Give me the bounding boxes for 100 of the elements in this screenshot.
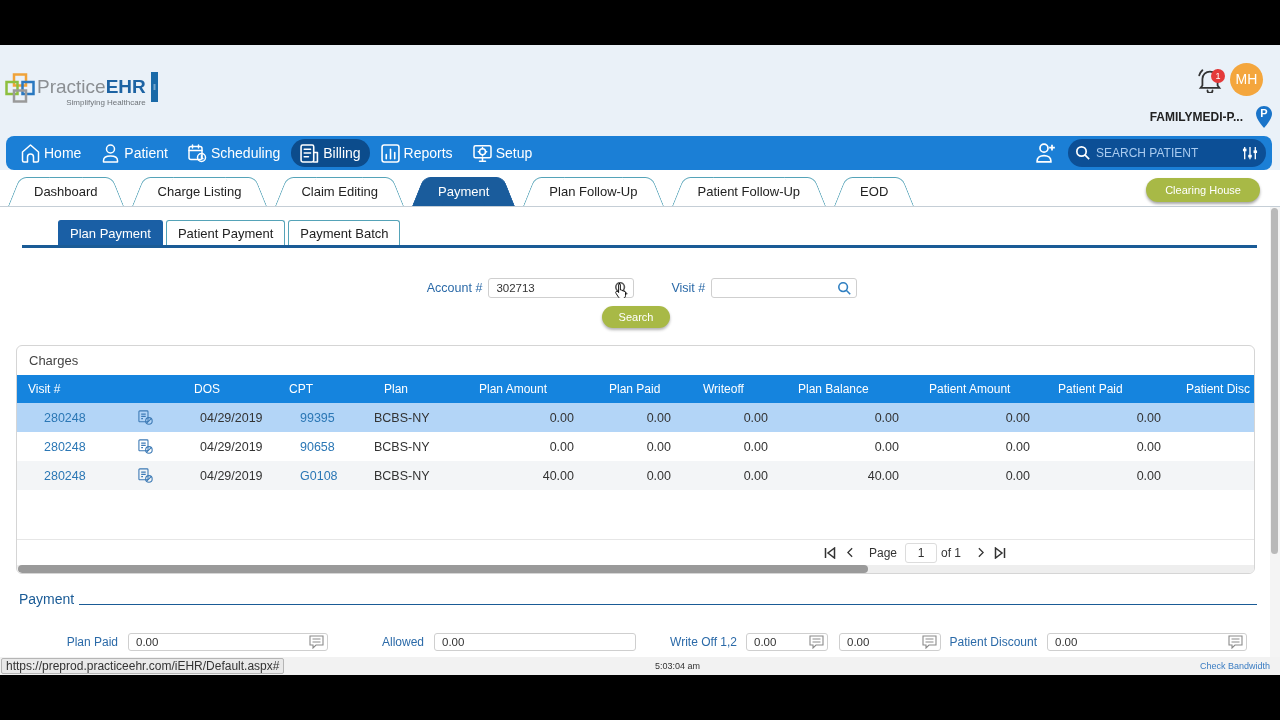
table-cell: 04/29/2019	[200, 439, 263, 454]
field-label: Write Off 1,2	[669, 635, 737, 649]
table-cell: 0.00	[549, 439, 574, 454]
nav-item[interactable]: Patient	[92, 139, 177, 167]
comment-icon[interactable]	[1228, 635, 1243, 649]
nav-item[interactable]: Home	[12, 139, 91, 167]
table-cell: 0.00	[1136, 439, 1161, 454]
horizontal-scrollbar[interactable]	[17, 565, 1254, 573]
subtab[interactable]: Plan Payment	[58, 220, 163, 245]
person-icon	[101, 143, 121, 163]
amount-field[interactable]: 0.00	[839, 633, 941, 651]
status-url: https://preprod.practiceehr.com/iEHR/Default.aspx#	[1, 658, 285, 674]
patient-search-field[interactable]: SEARCH PATIENT	[1068, 139, 1266, 167]
comment-icon[interactable]	[922, 635, 937, 649]
amount-field[interactable]: 0.00	[434, 633, 636, 651]
column-header: Plan Paid	[609, 382, 661, 396]
home-icon	[21, 143, 40, 163]
hand-cursor-icon	[615, 282, 628, 298]
side-tab-icon	[150, 72, 158, 102]
tab[interactable]: Plan Follow-Up	[523, 177, 664, 206]
cpt-link[interactable]: 90658	[300, 439, 335, 454]
tab[interactable]: Charge Listing	[131, 177, 268, 206]
nav-item[interactable]: Setup	[463, 139, 542, 167]
location-pin[interactable]: P	[1256, 106, 1272, 128]
table-row[interactable]: 280248 04/29/2019 99395 BCBS-NY 0.00 0.00 0.00 0.00 0.00 0.00	[17, 403, 1254, 432]
cross-logo-icon	[5, 73, 35, 103]
next-page-icon[interactable]	[978, 547, 985, 558]
column-header: Patient Amount	[929, 382, 1011, 396]
practice-name[interactable]: FAMILYMEDI-P...	[1149, 110, 1243, 124]
comment-icon[interactable]	[809, 635, 824, 649]
page-count: of 1	[941, 545, 962, 560]
amount-field[interactable]: 0.00	[746, 633, 828, 651]
table-cell: BCBS-NY	[374, 439, 430, 454]
table-cell: 40.00	[867, 468, 899, 483]
column-header: Plan	[384, 382, 409, 396]
status-time: 5:03:04 am	[655, 661, 701, 671]
cpt-link[interactable]: G0108	[300, 468, 338, 483]
page-number-field[interactable]: 1	[905, 542, 938, 563]
visit-field[interactable]	[711, 278, 858, 298]
nav-item[interactable]: Reports	[371, 139, 462, 167]
column-header: Plan Balance	[798, 382, 869, 396]
section-title: Payment	[18, 590, 75, 608]
amount-field[interactable]: 0.00	[1047, 633, 1247, 651]
search-icon[interactable]	[1076, 146, 1090, 160]
visit-link[interactable]: 280248	[44, 439, 86, 454]
add-person-icon[interactable]	[1036, 143, 1056, 163]
document-slash-icon[interactable]	[138, 410, 153, 425]
previous-page-icon[interactable]	[847, 547, 853, 558]
page-label: Page	[869, 545, 898, 560]
nav-item[interactable]: Billing	[291, 139, 370, 167]
table-cell: 0.00	[1136, 468, 1161, 483]
table-cell: 0.00	[646, 439, 671, 454]
document-slash-icon[interactable]	[138, 468, 153, 483]
field-label: Account #	[426, 281, 483, 295]
subtab[interactable]: Payment Batch	[288, 220, 401, 245]
amount-field[interactable]: 0.00	[128, 633, 328, 651]
tab[interactable]: Payment	[412, 177, 516, 206]
table-cell: 0.00	[1005, 410, 1030, 425]
table-row[interactable]: 280248 04/29/2019 90658 BCBS-NY 0.00 0.00 0.00 0.00 0.00 0.00	[17, 432, 1254, 461]
table-cell: 40.00	[542, 468, 574, 483]
tab[interactable]: EOD	[834, 177, 915, 206]
document-slash-icon[interactable]	[138, 439, 153, 454]
table-cell: BCBS-NY	[374, 410, 430, 425]
field-label: Allowed	[380, 635, 424, 649]
subtab[interactable]: Patient Payment	[165, 220, 286, 245]
column-header: Visit #	[28, 382, 61, 396]
table-cell: 0.00	[549, 410, 574, 425]
table-cell: 0.00	[1136, 410, 1161, 425]
table-cell: 0.00	[646, 410, 671, 425]
table-cell: 0.00	[874, 410, 899, 425]
column-header: Plan Amount	[479, 382, 548, 396]
comment-icon[interactable]	[309, 635, 324, 649]
search-icon[interactable]	[615, 282, 629, 295]
bar-chart-icon	[380, 143, 400, 163]
vertical-scrollbar[interactable]	[1270, 207, 1280, 657]
bell-icon[interactable]	[1198, 69, 1222, 93]
column-header: Patient Disc	[1186, 382, 1251, 396]
table-cell: 04/29/2019	[200, 410, 263, 425]
column-header: CPT	[289, 382, 313, 396]
logo-wordmark: PracticeEHR	[37, 76, 146, 98]
table-cell: 0.00	[874, 439, 899, 454]
column-header: DOS	[194, 382, 220, 396]
notification-badge: 1	[1211, 69, 1225, 83]
account-field[interactable]: 302713	[488, 278, 635, 298]
logo-tagline: Simplifying Healthcare	[66, 98, 146, 107]
last-page-icon[interactable]	[994, 546, 1007, 559]
sliders-icon[interactable]	[1242, 146, 1258, 161]
nav-item[interactable]: Scheduling	[178, 139, 290, 167]
table-cell: 0.00	[646, 468, 671, 483]
table-cell: 0.00	[1005, 468, 1030, 483]
panel-title: Charges	[28, 352, 79, 370]
visit-link[interactable]: 280248	[44, 468, 86, 483]
table-cell: 04/29/2019	[200, 468, 263, 483]
first-page-icon[interactable]	[824, 546, 836, 559]
check-bandwidth-link[interactable]: Check Bandwidth	[1199, 661, 1270, 671]
tab[interactable]: Claim Editing	[275, 177, 405, 206]
table-row[interactable]: 280248 04/29/2019 G0108 BCBS-NY 40.00 0.00 0.00 40.00 0.00 0.00	[17, 461, 1254, 490]
tab[interactable]: Dashboard	[8, 177, 124, 206]
tab[interactable]: Patient Follow-Up	[671, 177, 827, 206]
table-cell: 0.00	[1005, 439, 1030, 454]
